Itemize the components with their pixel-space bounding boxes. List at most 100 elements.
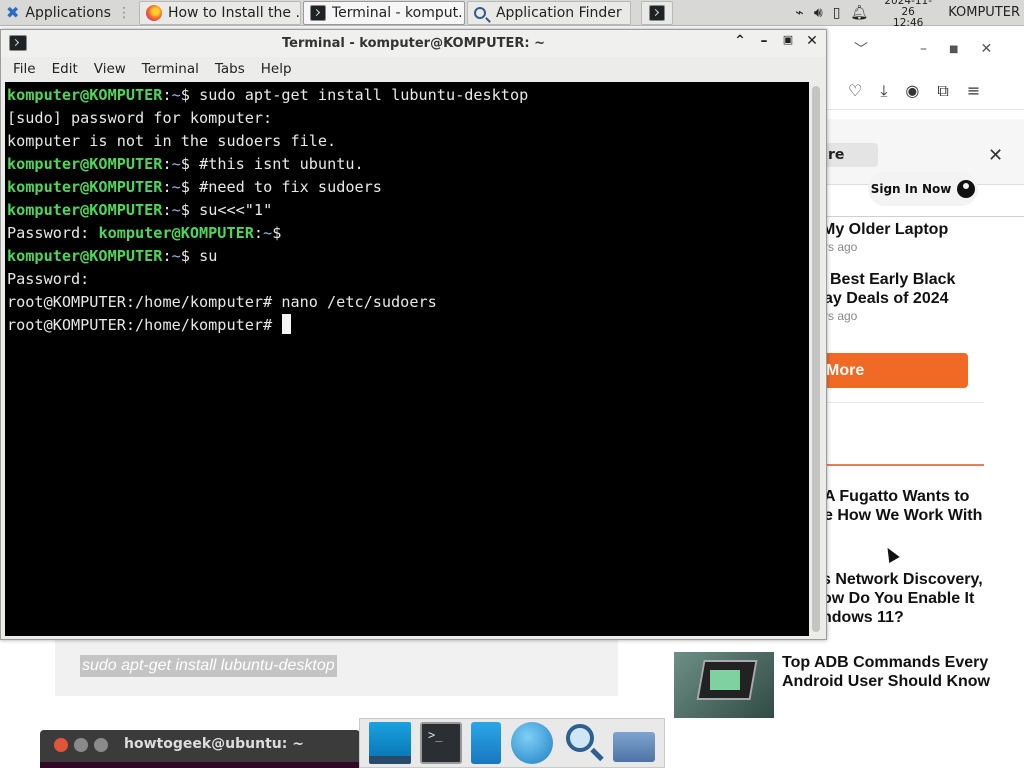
- file-manager-icon[interactable]: [471, 722, 502, 764]
- menu-edit[interactable]: Edit: [44, 61, 86, 77]
- sign-in-button[interactable]: Sign In Now: [868, 172, 978, 206]
- account-icon[interactable]: ◉: [905, 81, 919, 100]
- terminal-window[interactable]: Terminal - komputer@KOMPUTER: ~ ⌃ – ▣ ✕ …: [0, 29, 827, 640]
- taskbar-item-app-finder[interactable]: Application Finder: [466, 0, 631, 25]
- load-more-label: More: [826, 362, 865, 379]
- terminal-line: Password:: [7, 270, 90, 288]
- laptop-screen: [710, 670, 740, 690]
- news-title[interactable]: s Network Discovery,: [822, 570, 983, 589]
- news-title[interactable]: A Fugatto Wants to: [824, 487, 969, 506]
- news-title-line3[interactable]: ndows 11?: [822, 608, 904, 627]
- embedded-terminal-title: howtogeek@ubuntu: ~: [124, 736, 304, 752]
- taskbar-item-terminal[interactable]: Terminal - komput...: [302, 0, 465, 25]
- terminal-icon: [648, 4, 665, 21]
- network-icon[interactable]: ⌁: [795, 5, 803, 21]
- volume-icon[interactable]: 🔊︎: [814, 5, 823, 21]
- prompt-user: komputer@KOMPUTER: [98, 224, 254, 242]
- menu-hamburger-icon[interactable]: ≡: [967, 81, 980, 100]
- browser-globe-icon[interactable]: [510, 722, 553, 764]
- minimize-icon[interactable]: –: [756, 33, 772, 49]
- dock: >_: [359, 718, 665, 768]
- code-snippet: sudo apt-get install lubuntu-desktop: [80, 655, 337, 677]
- terminal-line: root@KOMPUTER:/home/komputer#: [7, 314, 809, 337]
- pocket-icon[interactable]: ♡: [848, 81, 862, 100]
- news-title[interactable]: Top ADB Commands Every Android User Shou…: [782, 653, 992, 691]
- news-title-line2[interactable]: ow Do You Enable It: [822, 589, 974, 608]
- downloads-icon[interactable]: ⤓: [880, 81, 887, 101]
- minimize-dot-icon: [74, 738, 88, 752]
- command-text: #need to fix sudoers: [189, 178, 382, 196]
- desktop-icon[interactable]: [368, 722, 411, 764]
- terminal-menubar: File Edit View Terminal Tabs Help: [1, 57, 826, 81]
- menu-terminal[interactable]: Terminal: [134, 61, 207, 77]
- load-more-button[interactable]: More: [826, 353, 968, 388]
- avatar-icon: [957, 180, 976, 198]
- close-find-icon[interactable]: ✕: [988, 145, 1003, 166]
- window-title: Terminal - komputer@KOMPUTER: ~: [281, 36, 545, 51]
- command-text: su<<<"1": [189, 201, 273, 219]
- desktop: ✖ Applications ⋮ How to Install the ... …: [0, 0, 1024, 768]
- article-thumbnail[interactable]: [674, 652, 774, 718]
- prompt-user: komputer@KOMPUTER: [7, 86, 163, 104]
- prompt-path: ~: [171, 247, 181, 265]
- sign-in-label: Sign In Now: [870, 182, 952, 196]
- terminal-icon[interactable]: >_: [419, 722, 462, 764]
- app-finder-icon[interactable]: [562, 722, 604, 764]
- notification-bell-icon[interactable]: 🔔︎: [850, 5, 868, 21]
- prompt-user: komputer@KOMPUTER: [7, 178, 163, 196]
- applications-menu-label: Applications: [25, 4, 111, 21]
- menu-grip-icon: ⋮: [116, 4, 131, 21]
- menu-tabs[interactable]: Tabs: [207, 61, 253, 77]
- minimize-icon[interactable]: –: [920, 41, 927, 57]
- tab-list-chevron-icon[interactable]: ﹀: [854, 39, 868, 59]
- root-prompt: root@KOMPUTER:/home/komputer#: [7, 316, 273, 334]
- prompt-user: komputer@KOMPUTER: [7, 155, 163, 173]
- taskbar-item-browser[interactable]: How to Install the ...: [138, 0, 301, 25]
- terminal-output[interactable]: komputer@KOMPUTER:~$ sudo apt-get instal…: [5, 82, 809, 636]
- scrollbar-thumb[interactable]: [812, 86, 820, 632]
- close-icon[interactable]: ✕: [804, 33, 820, 49]
- find-input[interactable]: re: [826, 143, 878, 167]
- shade-icon[interactable]: ⌃: [732, 33, 748, 49]
- clock-date: 2024-11-26: [884, 0, 933, 18]
- firefox-icon: [145, 4, 162, 21]
- top-panel: ✖ Applications ⋮ How to Install the ... …: [0, 0, 1024, 29]
- terminal-icon: [309, 4, 326, 21]
- menu-file[interactable]: File: [5, 61, 44, 77]
- terminal-scrollbar[interactable]: [810, 82, 822, 636]
- root-prompt: root@KOMPUTER:/home/komputer#: [7, 293, 273, 311]
- taskbar-item-label: How to Install the ...: [167, 4, 301, 21]
- taskbar-item-label: Application Finder: [495, 4, 622, 21]
- menu-view[interactable]: View: [86, 61, 134, 77]
- prompt-path: ~: [171, 86, 181, 104]
- clock[interactable]: 2024-11-26 12:46: [878, 0, 938, 29]
- terminal-icon: [9, 35, 27, 51]
- battery-icon[interactable]: ▯: [833, 5, 841, 21]
- command-text: sudo apt-get install lubuntu-desktop: [189, 86, 529, 104]
- prompt-user: komputer@KOMPUTER: [7, 247, 163, 265]
- system-tray: ⌁ 🔊︎ ▯ 🔔︎ 2024-11-26 12:46 KOMPUTER: [795, 0, 1024, 29]
- maximize-icon[interactable]: ▣: [780, 33, 796, 49]
- session-hostname[interactable]: KOMPUTER: [948, 5, 1020, 20]
- window-controls: ⌃ – ▣ ✕: [732, 33, 820, 49]
- taskbar-item-label: Terminal - komput...: [331, 4, 465, 21]
- folder-icon[interactable]: [613, 732, 656, 762]
- article-title[interactable]: Best Early Black: [830, 270, 955, 289]
- close-icon[interactable]: ✕: [980, 41, 992, 57]
- article-title[interactable]: My Older Laptop: [822, 220, 948, 239]
- terminal-line: komputer@KOMPUTER:~$ su<<<"1": [7, 201, 273, 219]
- workspace-terminal-button[interactable]: [640, 0, 673, 25]
- terminal-line: Password: komputer@KOMPUTER:~$: [7, 224, 282, 242]
- applications-menu-button[interactable]: ✖ Applications ⋮: [0, 1, 137, 25]
- maximize-dot-icon: [94, 738, 108, 752]
- extensions-icon[interactable]: ⧉: [937, 81, 948, 101]
- menu-help[interactable]: Help: [253, 61, 300, 77]
- xfce-logo-icon: ✖: [6, 2, 20, 22]
- article-title-line2[interactable]: ay Deals of 2024: [824, 289, 949, 308]
- news-title-line2[interactable]: e How We Work With: [824, 506, 982, 525]
- browser-titlebar: ﹀ – ■ ✕: [826, 26, 1024, 72]
- command-text: nano /etc/sudoers: [272, 293, 437, 311]
- maximize-icon[interactable]: ■: [949, 44, 958, 55]
- password-label: Password:: [7, 224, 99, 242]
- terminal-titlebar[interactable]: Terminal - komputer@KOMPUTER: ~ ⌃ – ▣ ✕: [1, 30, 826, 57]
